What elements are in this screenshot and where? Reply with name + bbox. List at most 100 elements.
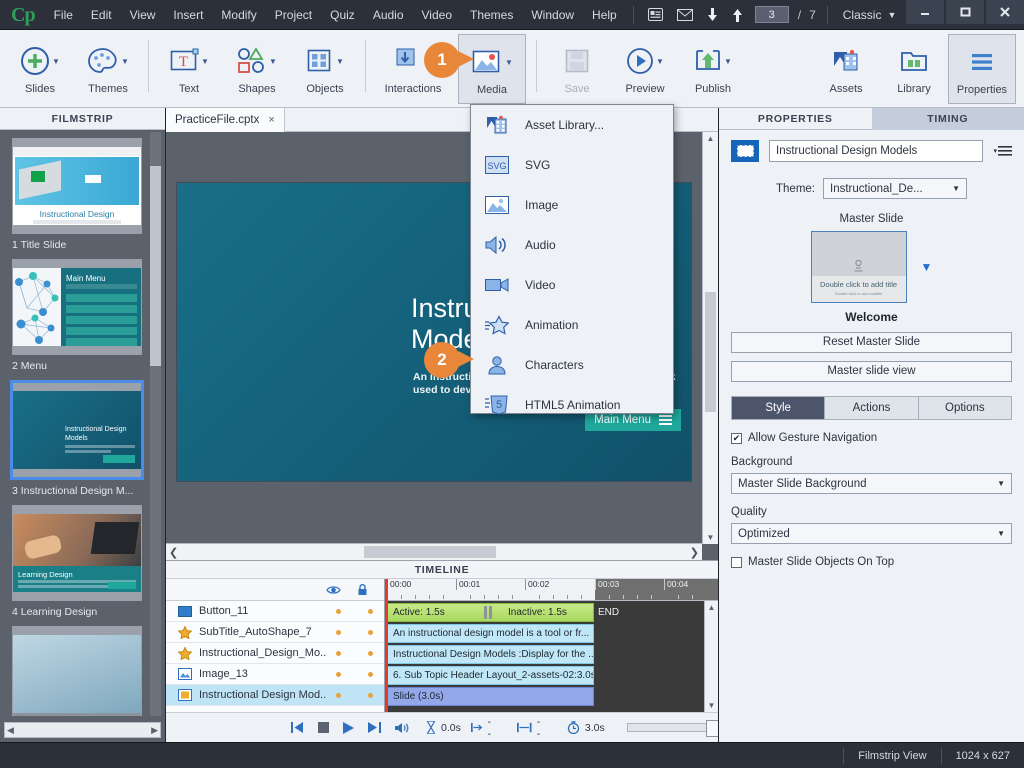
tab-timing[interactable]: TIMING: [872, 108, 1024, 130]
visibility-dot[interactable]: [336, 630, 341, 635]
eye-visibility-icon[interactable]: [326, 585, 341, 595]
preview-chevron-down-icon[interactable]: ▼: [656, 57, 664, 66]
objects-chevron-down-icon[interactable]: ▼: [336, 57, 344, 66]
ribbon-objects-button[interactable]: ▼ Objects: [291, 34, 359, 104]
scroll-down-icon[interactable]: ▼: [705, 699, 718, 712]
workspace-name[interactable]: Classic: [835, 8, 886, 22]
themes-chevron-down-icon[interactable]: ▼: [121, 57, 129, 66]
tab-properties[interactable]: PROPERTIES: [719, 108, 872, 130]
slides-chevron-down-icon[interactable]: ▼: [52, 57, 60, 66]
lock-icon[interactable]: [357, 584, 368, 596]
maximize-button[interactable]: [946, 0, 984, 24]
menu-themes[interactable]: Themes: [461, 2, 522, 28]
visibility-dot[interactable]: [336, 651, 341, 656]
master-objects-checkbox[interactable]: [731, 557, 742, 568]
slide-name-input[interactable]: [769, 140, 983, 162]
master-slide-dropdown-icon[interactable]: ▼: [921, 260, 933, 274]
ribbon-themes-button[interactable]: ▼ Themes: [74, 34, 142, 104]
stage-scrollbar-thumb[interactable]: [705, 292, 716, 412]
timeline-vertical-scrollbar[interactable]: ▲ ▼: [704, 601, 718, 712]
visibility-dot[interactable]: [336, 609, 341, 614]
timeline-row[interactable]: Image_13: [166, 664, 384, 685]
ribbon-properties-button[interactable]: Properties: [948, 34, 1016, 104]
theme-dropdown[interactable]: Instructional_De... ▼: [823, 178, 967, 199]
ribbon-preview-button[interactable]: ▼ Preview: [611, 34, 679, 104]
master-objects-on-top-row[interactable]: Master Slide Objects On Top: [731, 556, 1012, 568]
timeline-bar-button[interactable]: Active: 1.5s Inactive: 1.5s: [387, 603, 594, 622]
minimize-button[interactable]: [906, 0, 944, 24]
play-icon[interactable]: [336, 722, 361, 734]
ribbon-slides-button[interactable]: ▼ Slides: [6, 34, 74, 104]
workspace-chevron-down-icon[interactable]: ▼: [887, 10, 896, 20]
media-menu-audio[interactable]: Audio: [471, 225, 673, 265]
skip-back-icon[interactable]: [284, 722, 311, 733]
filmstrip-scrollbar[interactable]: [150, 132, 161, 716]
scroll-left-icon[interactable]: ❮: [169, 544, 178, 561]
filmstrip-slide-5[interactable]: [12, 626, 144, 716]
skip-forward-icon[interactable]: [361, 722, 388, 733]
menu-insert[interactable]: Insert: [164, 2, 212, 28]
quality-dropdown[interactable]: Optimized ▼: [731, 523, 1012, 544]
timeline-zoom-slider[interactable]: [627, 723, 718, 732]
ribbon-text-button[interactable]: T ▼ Text: [155, 34, 223, 104]
segment-tab-style[interactable]: Style: [732, 397, 825, 419]
visibility-dot[interactable]: [336, 672, 341, 677]
menu-video[interactable]: Video: [413, 2, 461, 28]
timeline-row[interactable]: Instructional_Design_Mo..: [166, 643, 384, 664]
media-menu-characters[interactable]: Characters: [471, 345, 673, 385]
media-dropdown-menu[interactable]: Asset Library... SVG SVG Image Audio Vid…: [470, 104, 674, 414]
lock-dot[interactable]: [368, 630, 373, 635]
ribbon-assets-button[interactable]: Assets: [812, 34, 880, 104]
scroll-left-icon[interactable]: ◀: [7, 725, 14, 736]
panel-options-menu-icon[interactable]: ▾: [993, 145, 1012, 157]
menu-modify[interactable]: Modify: [212, 2, 265, 28]
timeline-tracks[interactable]: 00:00 00:01 00:02 00:03 00:04: [385, 579, 718, 712]
mail-icon[interactable]: [670, 7, 700, 23]
down-arrow-icon[interactable]: [700, 6, 725, 24]
lock-dot[interactable]: [368, 609, 373, 614]
close-button[interactable]: [986, 0, 1024, 24]
timeline-ruler[interactable]: 00:00 00:01 00:02 00:03 00:04: [385, 579, 718, 601]
background-dropdown[interactable]: Master Slide Background ▼: [731, 473, 1012, 494]
text-chevron-down-icon[interactable]: ▼: [201, 57, 209, 66]
publish-chevron-down-icon[interactable]: ▼: [724, 57, 732, 66]
shapes-chevron-down-icon[interactable]: ▼: [269, 57, 277, 66]
scroll-down-icon[interactable]: ▼: [703, 531, 718, 544]
notes-icon[interactable]: [641, 6, 670, 23]
media-menu-video[interactable]: Video: [471, 265, 673, 305]
close-icon[interactable]: ×: [268, 114, 274, 126]
media-menu-image[interactable]: Image: [471, 185, 673, 225]
timeline-row[interactable]: SubTitle_AutoShape_7: [166, 622, 384, 643]
timeline-bar-slide[interactable]: Slide (3.0s): [387, 687, 594, 706]
segment-tab-options[interactable]: Options: [919, 397, 1011, 419]
filmstrip-slide-1[interactable]: Instructional Design 1 Title Slide: [12, 138, 144, 251]
master-slide-thumbnail[interactable]: Double click to add title Double click t…: [811, 231, 907, 303]
media-chevron-down-icon[interactable]: ▼: [505, 58, 513, 67]
menu-audio[interactable]: Audio: [364, 2, 413, 28]
filmstrip-slide-3[interactable]: Instructional Design Models 3 Instructio…: [12, 380, 144, 497]
media-menu-animation[interactable]: Animation: [471, 305, 673, 345]
timeline-playhead[interactable]: [385, 579, 388, 712]
slide-thumbnail[interactable]: Instructional Design Models: [10, 380, 144, 480]
filmstrip-scrollbar-thumb[interactable]: [150, 166, 161, 366]
stage-vertical-scrollbar[interactable]: ▲ ▼: [702, 132, 718, 544]
ribbon-shapes-button[interactable]: ▼ Shapes: [223, 34, 291, 104]
up-arrow-icon[interactable]: [725, 6, 750, 24]
timeline-bar-subtitle[interactable]: An instructional design model is a tool …: [387, 624, 594, 643]
timeline-bar-title[interactable]: Instructional Design Models :Display for…: [387, 645, 594, 664]
menu-window[interactable]: Window: [522, 2, 583, 28]
ribbon-publish-button[interactable]: ▼ Publish: [679, 34, 747, 104]
segment-tab-actions[interactable]: Actions: [825, 397, 918, 419]
slide-thumbnail[interactable]: [12, 626, 142, 716]
menu-edit[interactable]: Edit: [82, 2, 121, 28]
media-menu-html5-animation[interactable]: 5 HTML5 Animation: [471, 385, 673, 425]
timeline-bar-image[interactable]: 6. Sub Topic Header Layout_2-assets-02:3…: [387, 666, 594, 685]
ribbon-library-button[interactable]: Library: [880, 34, 948, 104]
timeline-row[interactable]: Button_11: [166, 601, 384, 622]
menu-project[interactable]: Project: [266, 2, 321, 28]
stage-hscrollbar-thumb[interactable]: [364, 546, 496, 558]
scroll-right-icon[interactable]: ❯: [690, 544, 699, 561]
gesture-checkbox[interactable]: ✔: [731, 433, 742, 444]
stage-horizontal-scrollbar[interactable]: ❮ ❯: [166, 543, 702, 560]
slide-thumbnail[interactable]: Main Menu: [12, 259, 142, 355]
